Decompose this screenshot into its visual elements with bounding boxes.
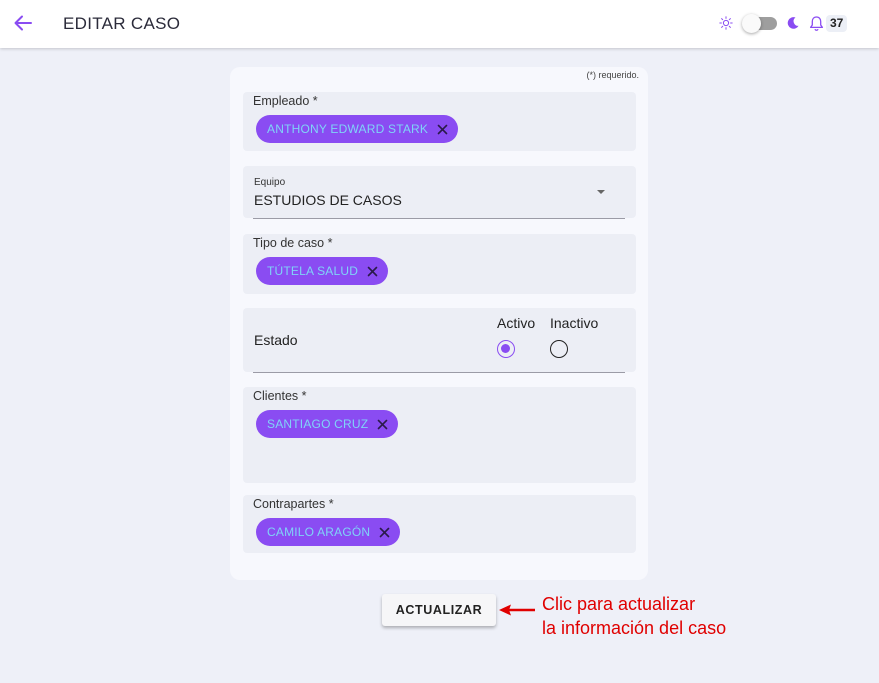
tipo-caso-chip[interactable]: TÚTELA SALUD (256, 257, 389, 285)
annotation-text: Clic para actualizar la información del … (542, 592, 726, 640)
empleado-field[interactable]: Empleado * ANTHONY EDWARD STARK (243, 92, 636, 151)
tipo-caso-field[interactable]: Tipo de caso * TÚTELA SALUD (243, 234, 636, 294)
clientes-field[interactable]: Clientes * SANTIAGO CRUZ (243, 387, 636, 483)
clientes-chip[interactable]: SANTIAGO CRUZ (256, 410, 399, 438)
theme-toggle[interactable] (742, 14, 777, 33)
tipo-caso-label: Tipo de caso * (253, 236, 333, 250)
page-title: EDITAR CASO (63, 14, 181, 33)
radio-inactivo[interactable] (550, 340, 568, 358)
chip-label: SANTIAGO CRUZ (267, 417, 369, 431)
chevron-down-icon[interactable] (597, 190, 605, 194)
equipo-label: Equipo (254, 177, 286, 188)
bell-icon[interactable] (808, 15, 825, 32)
close-icon[interactable] (437, 124, 448, 135)
close-icon[interactable] (377, 419, 388, 430)
empleado-chip[interactable]: ANTHONY EDWARD STARK (256, 115, 459, 143)
chip-label: CAMILO ARAGÓN (267, 525, 371, 539)
contrapartes-field[interactable]: Contrapartes * CAMILO ARAGÓN (243, 495, 636, 553)
close-icon[interactable] (379, 527, 390, 538)
equipo-select[interactable]: Equipo ESTUDIOS DE CASOS (243, 166, 636, 219)
equipo-value: ESTUDIOS DE CASOS (254, 192, 402, 208)
annotation-line-2: la información del caso (542, 618, 727, 638)
notification-count-badge: 37 (826, 15, 848, 32)
estado-label: Estado (254, 332, 298, 348)
top-app-bar: EDITAR CASO 37 (0, 0, 879, 48)
radio-label-inactivo: Inactivo (550, 315, 599, 331)
moon-icon (787, 17, 799, 29)
radio-activo[interactable] (497, 340, 515, 358)
edit-case-form: (*) requerido. Empleado * ANTHONY EDWARD… (230, 67, 648, 580)
field-underline (253, 218, 625, 219)
chip-label: TÚTELA SALUD (267, 264, 359, 278)
radio-label-activo: Activo (497, 315, 536, 331)
close-icon[interactable] (367, 266, 378, 277)
contrapartes-label: Contrapartes * (253, 497, 334, 511)
sun-icon (719, 16, 733, 30)
arrow-left-icon[interactable] (12, 12, 34, 34)
contrapartes-chip[interactable]: CAMILO ARAGÓN (256, 518, 401, 546)
chip-label: ANTHONY EDWARD STARK (267, 122, 429, 136)
annotation-arrow-icon (499, 604, 535, 616)
empleado-label: Empleado * (253, 94, 318, 108)
field-underline (253, 372, 625, 373)
annotation-line-1: Clic para actualizar (542, 594, 696, 614)
clientes-label: Clientes * (253, 389, 307, 403)
update-button[interactable]: ACTUALIZAR (382, 594, 496, 626)
estado-field: Estado Activo Inactivo (243, 308, 636, 373)
required-note: (*) requerido. (586, 70, 639, 80)
toggle-knob (742, 14, 761, 33)
